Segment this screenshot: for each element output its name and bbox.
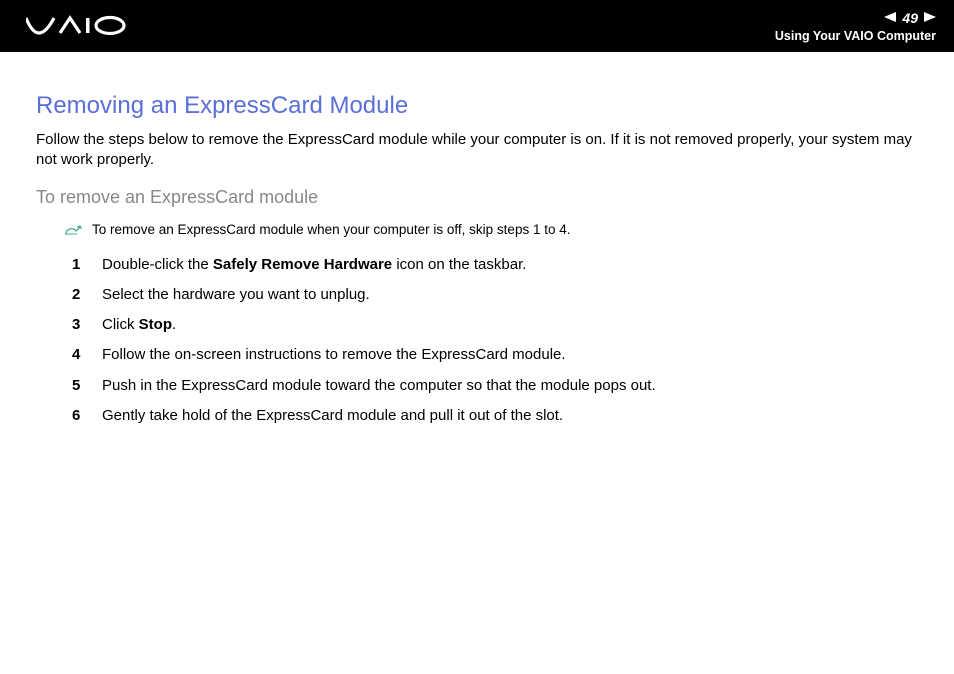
header-section-title: Using Your VAIO Computer xyxy=(775,29,936,43)
step-item: 6 Gently take hold of the ExpressCard mo… xyxy=(36,406,918,426)
step-number: 5 xyxy=(72,377,102,394)
step-number: 2 xyxy=(72,286,102,303)
page-content: Removing an ExpressCard Module Follow th… xyxy=(0,52,954,426)
step-number: 4 xyxy=(72,346,102,363)
step-item: 5 Push in the ExpressCard module toward … xyxy=(36,376,918,396)
page-title: Removing an ExpressCard Module xyxy=(36,92,918,120)
step-text: Push in the ExpressCard module toward th… xyxy=(102,376,656,396)
header-right: 49 Using Your VAIO Computer xyxy=(775,10,936,43)
step-text: Double-click the Safely Remove Hardware … xyxy=(102,255,526,275)
step-item: 1 Double-click the Safely Remove Hardwar… xyxy=(36,255,918,275)
step-item: 2 Select the hardware you want to unplug… xyxy=(36,285,918,305)
steps-list: 1 Double-click the Safely Remove Hardwar… xyxy=(36,255,918,427)
note-block: To remove an ExpressCard module when you… xyxy=(64,222,918,241)
step-text: Gently take hold of the ExpressCard modu… xyxy=(102,406,563,426)
step-text: Follow the on-screen instructions to rem… xyxy=(102,345,566,365)
page-nav: 49 xyxy=(884,10,936,26)
page-number: 49 xyxy=(900,10,920,26)
nav-prev-icon[interactable] xyxy=(884,11,896,25)
step-text: Click Stop. xyxy=(102,315,176,335)
step-number: 6 xyxy=(72,407,102,424)
step-item: 4 Follow the on-screen instructions to r… xyxy=(36,345,918,365)
intro-paragraph: Follow the steps below to remove the Exp… xyxy=(36,130,918,171)
step-number: 1 xyxy=(72,256,102,273)
step-text: Select the hardware you want to unplug. xyxy=(102,285,370,305)
note-icon xyxy=(64,223,82,241)
sub-heading: To remove an ExpressCard module xyxy=(36,187,918,208)
vaio-logo xyxy=(26,15,136,37)
step-item: 3 Click Stop. xyxy=(36,315,918,335)
note-text: To remove an ExpressCard module when you… xyxy=(92,222,570,237)
step-number: 3 xyxy=(72,316,102,333)
header-bar: 49 Using Your VAIO Computer xyxy=(0,0,954,52)
nav-next-icon[interactable] xyxy=(924,11,936,25)
